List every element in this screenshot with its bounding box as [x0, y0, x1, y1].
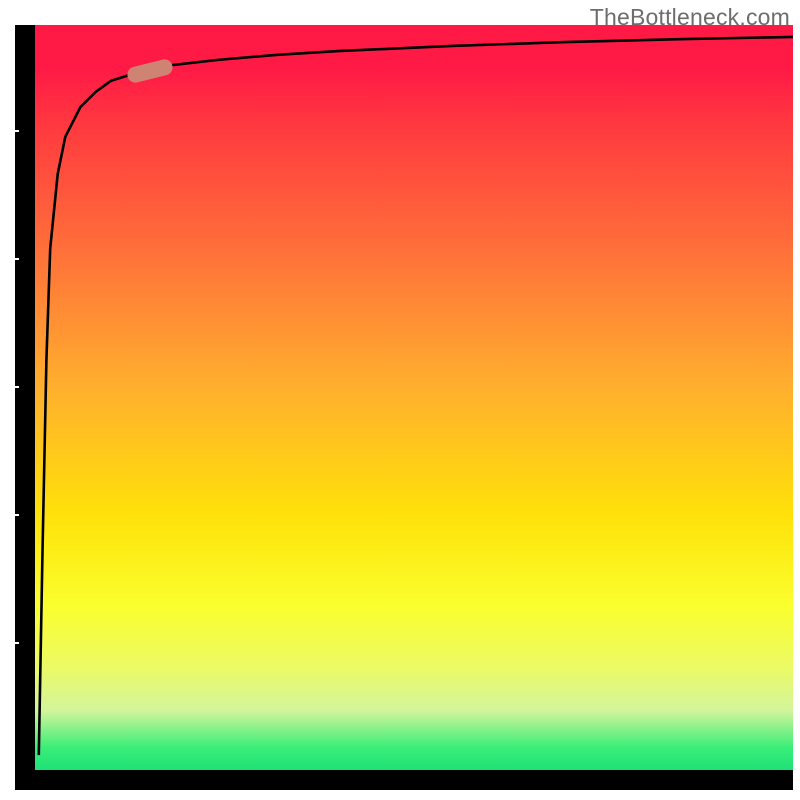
bottleneck-chart: TheBottleneck.com: [0, 0, 800, 800]
y-tick: [15, 642, 19, 644]
y-axis: [15, 25, 35, 790]
y-tick: [15, 514, 19, 516]
attribution-label: TheBottleneck.com: [590, 4, 790, 31]
bottleneck-curve: [39, 37, 793, 755]
highlight-marker: [126, 58, 175, 85]
curve-layer: [35, 25, 793, 770]
x-axis: [15, 770, 793, 790]
plot-area: [35, 25, 793, 770]
y-tick: [15, 258, 19, 260]
y-tick: [15, 386, 19, 388]
y-tick: [15, 130, 19, 132]
